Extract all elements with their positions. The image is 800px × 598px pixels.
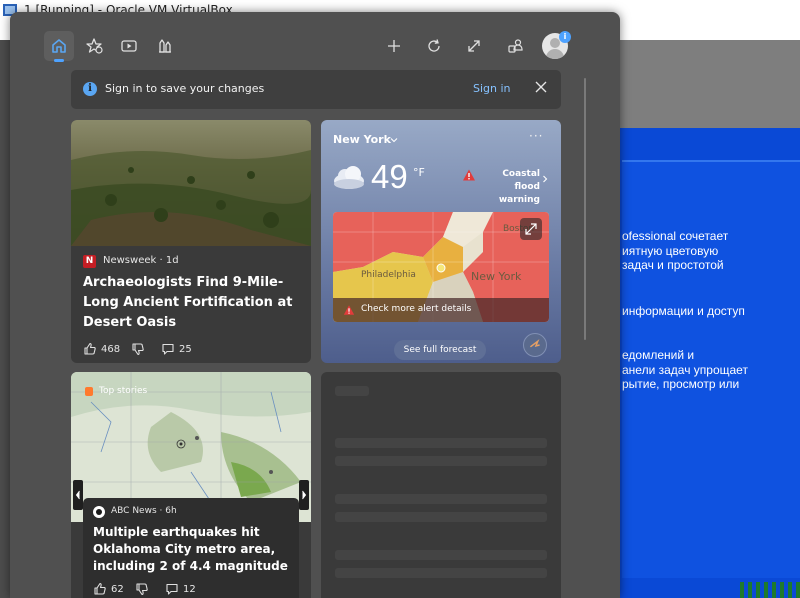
like-button[interactable]: 62 bbox=[93, 582, 124, 596]
expand-icon bbox=[525, 223, 537, 235]
thumbs-up-icon bbox=[84, 342, 96, 355]
guest-text-line: задач и простотой bbox=[622, 258, 724, 272]
more-options-button[interactable]: ··· bbox=[529, 129, 543, 143]
temperature: 49 bbox=[371, 158, 408, 195]
video-icon bbox=[121, 40, 137, 52]
placeholder-bar bbox=[335, 512, 547, 522]
vm-display-gray-region bbox=[600, 40, 800, 128]
signin-banner: i Sign in to save your changes Sign in bbox=[71, 70, 561, 109]
like-button[interactable]: 468 bbox=[83, 342, 120, 356]
favorites-icon bbox=[86, 38, 103, 54]
weather-provider-logo bbox=[523, 333, 547, 357]
chevron-left-icon bbox=[75, 490, 80, 500]
games-icon bbox=[159, 39, 171, 53]
weather-alert-map[interactable]: Philadelphia New York Boston Check more … bbox=[333, 212, 549, 322]
story-headline[interactable]: Multiple earthquakes hit Oklahoma City m… bbox=[93, 524, 293, 575]
map-alert-bar[interactable]: Check more alert details bbox=[333, 298, 549, 322]
expand-icon bbox=[468, 40, 480, 52]
comment-icon bbox=[162, 343, 174, 355]
see-full-forecast-button[interactable]: See full forecast bbox=[394, 340, 486, 360]
guest-text-line: ofessional сочетает bbox=[622, 229, 729, 243]
dislike-button[interactable] bbox=[131, 342, 145, 356]
home-button[interactable] bbox=[44, 31, 74, 61]
like-count: 62 bbox=[111, 583, 124, 595]
placeholder-bar bbox=[335, 386, 369, 396]
news-card[interactable]: N Newsweek · 1d Archaeologists Find 9-Mi… bbox=[71, 120, 311, 363]
guest-text-line: информации и доступ bbox=[622, 304, 745, 318]
map-alert-text: Check more alert details bbox=[361, 304, 472, 314]
news-image bbox=[71, 120, 311, 246]
people-icon bbox=[508, 39, 523, 53]
guest-text-line: иятную цветовую bbox=[622, 244, 719, 258]
comment-icon bbox=[166, 583, 178, 595]
placeholder-bar bbox=[335, 550, 547, 560]
people-button[interactable] bbox=[501, 31, 531, 61]
guest-text-line: анели задач упрощает bbox=[622, 363, 748, 377]
widgets-panel: i i Sign in to save your changes Sign in bbox=[10, 12, 620, 598]
placeholder-bar bbox=[335, 568, 547, 578]
chevron-down-icon[interactable] bbox=[389, 135, 399, 145]
favorites-button[interactable] bbox=[80, 31, 110, 61]
placeholder-bar bbox=[335, 438, 547, 448]
video-button[interactable] bbox=[114, 31, 144, 61]
newsweek-logo: N bbox=[83, 255, 96, 268]
signin-link[interactable]: Sign in bbox=[473, 82, 511, 95]
thumbs-up-icon bbox=[94, 582, 106, 595]
guest-text-line: едомлений и bbox=[622, 348, 695, 362]
next-story-button[interactable] bbox=[299, 480, 309, 510]
top-stories-icon bbox=[85, 387, 93, 396]
weather-provider-icon bbox=[529, 339, 540, 348]
top-stories-card[interactable]: Top stories ABC News · 6h Multiple earth… bbox=[71, 372, 311, 598]
map-label-new-york: New York bbox=[471, 270, 522, 283]
map-label-philadelphia: Philadelphia bbox=[361, 270, 416, 280]
story-overlay[interactable]: ABC News · 6h Multiple earthquakes hit O… bbox=[83, 498, 299, 598]
thumbs-down-icon bbox=[136, 583, 148, 596]
avatar-head bbox=[550, 38, 560, 48]
thumbs-down-icon bbox=[132, 343, 144, 356]
home-icon bbox=[52, 39, 66, 53]
previous-story-button[interactable] bbox=[73, 480, 83, 510]
loading-placeholder-card bbox=[321, 372, 561, 598]
abc-news-logo bbox=[93, 506, 105, 518]
avatar-body bbox=[546, 49, 564, 59]
guest-taskbar bbox=[740, 582, 800, 598]
news-source: Newsweek · 1d bbox=[103, 255, 179, 266]
avatar-info-badge: i bbox=[559, 31, 571, 43]
games-button[interactable] bbox=[150, 31, 180, 61]
top-stories-label: Top stories bbox=[99, 386, 148, 396]
chevron-right-icon bbox=[302, 490, 307, 500]
scrollbar[interactable] bbox=[584, 78, 586, 340]
map-expand-button[interactable] bbox=[520, 218, 542, 240]
guest-text-line: рытие, просмотр или bbox=[622, 377, 740, 391]
temperature-unit[interactable]: °F bbox=[413, 166, 425, 179]
placeholder-bar bbox=[335, 494, 547, 504]
dislike-button[interactable] bbox=[135, 582, 149, 596]
story-source: ABC News · 6h bbox=[111, 506, 177, 516]
close-icon[interactable] bbox=[533, 79, 549, 95]
signin-message: Sign in to save your changes bbox=[105, 82, 265, 95]
warning-icon bbox=[343, 305, 355, 315]
chevron-right-icon[interactable] bbox=[541, 174, 549, 184]
refresh-icon bbox=[428, 39, 440, 52]
add-icon bbox=[388, 40, 400, 52]
weather-card[interactable]: New York ··· 49 °F Coastal flood warning bbox=[321, 120, 561, 363]
weather-alert[interactable]: Coastal flood warning bbox=[478, 168, 540, 207]
comment-count: 25 bbox=[179, 343, 192, 355]
active-tab-indicator bbox=[54, 59, 64, 62]
add-widget-button[interactable] bbox=[379, 31, 409, 61]
like-count: 468 bbox=[101, 343, 121, 355]
comment-button[interactable]: 25 bbox=[161, 342, 192, 356]
warning-icon bbox=[463, 169, 475, 181]
info-icon: i bbox=[83, 82, 97, 96]
cloudy-icon bbox=[334, 166, 364, 189]
comment-count: 12 bbox=[183, 583, 196, 595]
expand-button[interactable] bbox=[459, 31, 489, 61]
news-headline[interactable]: Archaeologists Find 9-Mile-Long Ancient … bbox=[83, 273, 305, 333]
placeholder-bar bbox=[335, 456, 547, 466]
refresh-button[interactable] bbox=[419, 31, 449, 61]
weather-location[interactable]: New York bbox=[333, 133, 391, 146]
comment-button[interactable]: 12 bbox=[165, 582, 196, 596]
